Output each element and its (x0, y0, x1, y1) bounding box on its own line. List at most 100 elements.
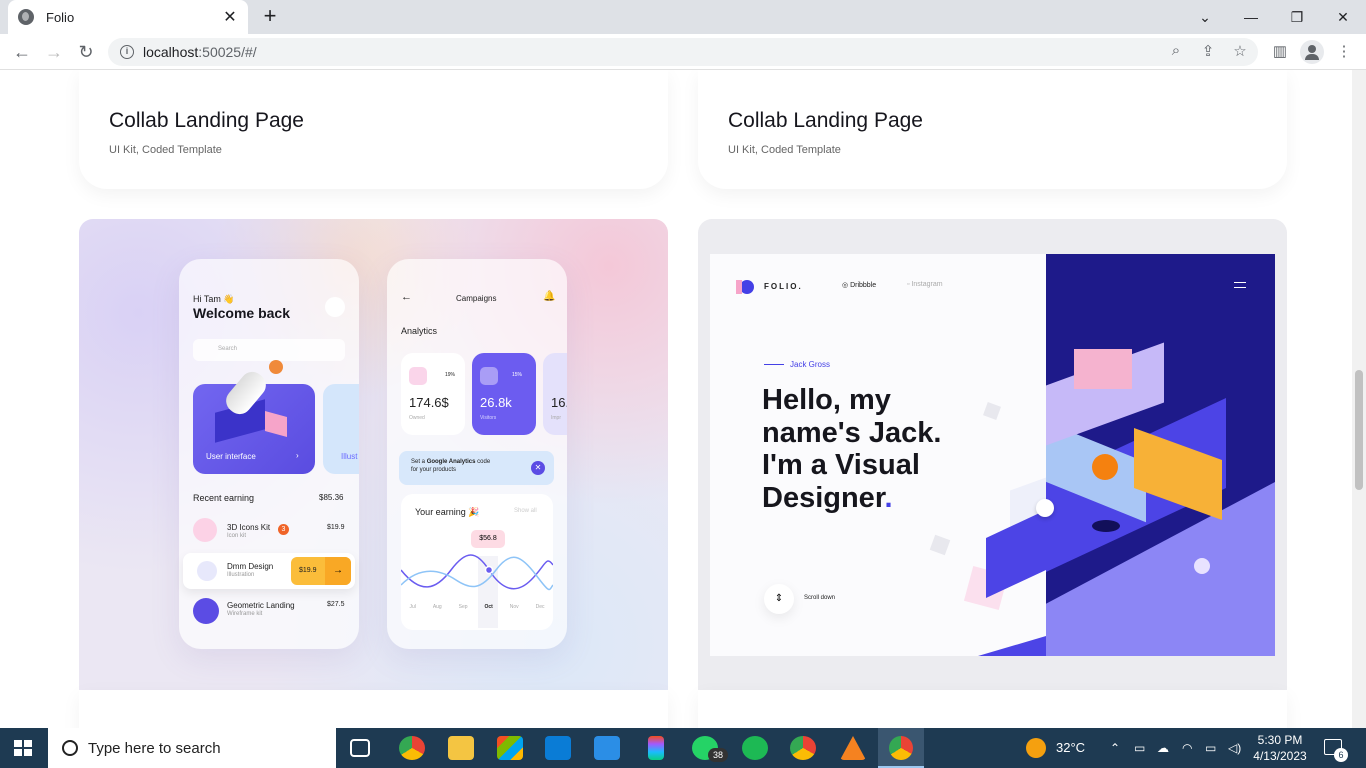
earning-title: Your earning 🎉 (415, 507, 480, 517)
address-bar[interactable]: i localhost:50025/#/ (108, 38, 1258, 66)
chrome-active-button[interactable] (878, 728, 924, 768)
toolbar: ← → ↻ i localhost:50025/#/ ⌕ ⇪ ☆ ▥ ⋮ (0, 34, 1366, 70)
back-arrow-icon[interactable]: ← (10, 40, 34, 64)
clock-time: 5:30 PM (1257, 733, 1303, 747)
info-icon[interactable]: i (120, 45, 134, 59)
url-host: localhost (143, 44, 199, 60)
month-label: Jul (409, 604, 416, 610)
price-button: $19.9 → (291, 557, 351, 585)
hamburger-menu-icon (1234, 282, 1246, 288)
reload-icon[interactable]: ↻ (74, 40, 98, 64)
profile-avatar[interactable] (1300, 40, 1324, 64)
vlc-icon[interactable] (840, 736, 866, 760)
volume-icon[interactable]: ◁) (1228, 728, 1241, 768)
wifi-icon[interactable]: ◠ (1182, 728, 1192, 768)
meet-now-icon[interactable]: ▭ (1134, 728, 1145, 768)
logo-mark (740, 280, 754, 294)
hero-line: Designer (762, 481, 885, 514)
item-badge: 3 (278, 524, 289, 535)
stat-card: 15% 26.8k Visitors (472, 353, 536, 435)
stat-label: Owned (409, 415, 425, 421)
promo-text-2: for your products (411, 467, 457, 473)
hero-line: Hello, my (762, 384, 891, 416)
stat-value: 16. (551, 395, 567, 410)
promo-text: code (475, 459, 491, 465)
share-icon[interactable]: ⇪ (1198, 42, 1218, 60)
scroll-down-icon: ⇕ (764, 584, 794, 614)
analytics-label: Analytics (401, 326, 438, 336)
chrome-user-icon[interactable] (790, 736, 816, 760)
greeting: Hi Tam 👋 (193, 294, 235, 304)
browser-tab[interactable]: Folio ✕ (8, 0, 248, 34)
menu-kebab-icon[interactable]: ⋮ (1334, 42, 1354, 60)
feature-card-illust: Illust (323, 384, 359, 474)
close-window-button[interactable]: ✕ (1320, 0, 1366, 34)
project-thumbnail-app[interactable]: Hi Tam 👋 Welcome back Search User interf… (79, 219, 668, 690)
forward-arrow-icon[interactable]: → (42, 40, 66, 64)
mail-icon[interactable] (545, 736, 571, 760)
stat-card: 19% 174.6$ Owned (401, 353, 465, 435)
scroll-down-label: Scroll down (804, 595, 836, 601)
tab-search-chevron-icon[interactable]: ⌄ (1182, 0, 1228, 34)
hero-heading: Hello, my name's Jack. I'm a Visual Desi… (762, 384, 941, 514)
month-axis: Jul Aug Sep Oct Nov Dec (401, 604, 553, 610)
tooltip: $56.8 (471, 530, 505, 548)
arrow-right-icon: → (325, 557, 351, 585)
restore-button[interactable]: ❐ (1274, 0, 1320, 34)
notification-count: 6 (1334, 748, 1348, 762)
stat-value: 26.8k (480, 395, 512, 410)
item-sub: Icon kit (227, 533, 247, 539)
file-explorer-icon[interactable] (448, 736, 474, 760)
minimize-button[interactable]: — (1228, 0, 1274, 34)
vscode-icon[interactable] (594, 736, 620, 760)
clock-date: 4/13/2023 (1253, 749, 1307, 763)
item-price: $19.9 (299, 567, 317, 574)
figma-icon[interactable] (648, 736, 664, 760)
project-thumbnail-folio[interactable]: FOLIO. ◎ Dribbble ▫ Instagram Jack Gross… (698, 219, 1287, 690)
search-icon (62, 740, 78, 756)
taskbar-search[interactable]: Type here to search (48, 728, 336, 768)
feature-label-2: Illust (341, 452, 358, 461)
item-price: $27.5 (327, 601, 345, 608)
onedrive-icon[interactable]: ☁ (1157, 728, 1169, 768)
taskbar-search-placeholder: Type here to search (88, 739, 221, 757)
project-card[interactable]: Collab Landing Page UI Kit, Coded Templa… (79, 70, 668, 189)
windows-start-icon[interactable] (14, 740, 32, 756)
promo-banner: Set a Google Analytics code for your pro… (399, 451, 554, 485)
task-view-icon[interactable] (350, 739, 370, 757)
tab-close-icon[interactable]: ✕ (222, 7, 238, 27)
zoom-icon[interactable]: ⌕ (1166, 42, 1186, 59)
card-title: Collab Landing Page (728, 109, 923, 132)
side-panel-icon[interactable]: ▥ (1270, 42, 1290, 60)
battery-icon[interactable]: ▭ (1205, 728, 1216, 768)
browser-tab-strip: Folio ✕ + ⌄ — ❐ ✕ (0, 0, 1366, 34)
chrome-profile-icon[interactable] (399, 736, 425, 760)
bookmark-star-icon[interactable]: ☆ (1230, 42, 1250, 60)
promo-bold: Google Analytics (426, 459, 476, 465)
weather-sun-icon[interactable] (1026, 738, 1046, 758)
tray-chevron-icon[interactable]: ⌃ (1110, 728, 1120, 768)
campaigns-title: Campaigns (456, 294, 497, 303)
page-scrollbar[interactable] (1352, 70, 1366, 728)
scrollbar-thumb[interactable] (1355, 370, 1363, 490)
item-sub: Wireframe kit (227, 611, 263, 617)
url-text: localhost:50025/#/ (143, 44, 257, 60)
close-icon: ✕ (531, 461, 545, 475)
project-card[interactable]: Collab Landing Page UI Kit, Coded Templa… (698, 70, 1287, 189)
search-placeholder: Search (218, 346, 238, 352)
month-label: Sep (458, 604, 468, 610)
clock[interactable]: 5:30 PM 4/13/2023 (1250, 732, 1310, 764)
store-icon[interactable] (497, 736, 523, 760)
dribbble-link: ◎ Dribbble (842, 282, 877, 289)
spotify-icon[interactable] (742, 736, 768, 760)
recent-earning-total: $85.36 (319, 493, 344, 502)
windows-taskbar: Type here to search 38 32°C ⌃ ▭ ☁ ◠ ▭ ◁)… (0, 728, 1366, 768)
item-name: Dmm Design (227, 562, 274, 571)
month-label: Nov (509, 604, 519, 610)
new-tab-button[interactable]: + (258, 4, 282, 28)
item-price: $19.9 (327, 524, 345, 531)
month-label: Oct (484, 604, 493, 610)
item-icon (193, 598, 219, 624)
weather-temp[interactable]: 32°C (1056, 728, 1085, 768)
search-field: Search (193, 339, 345, 361)
